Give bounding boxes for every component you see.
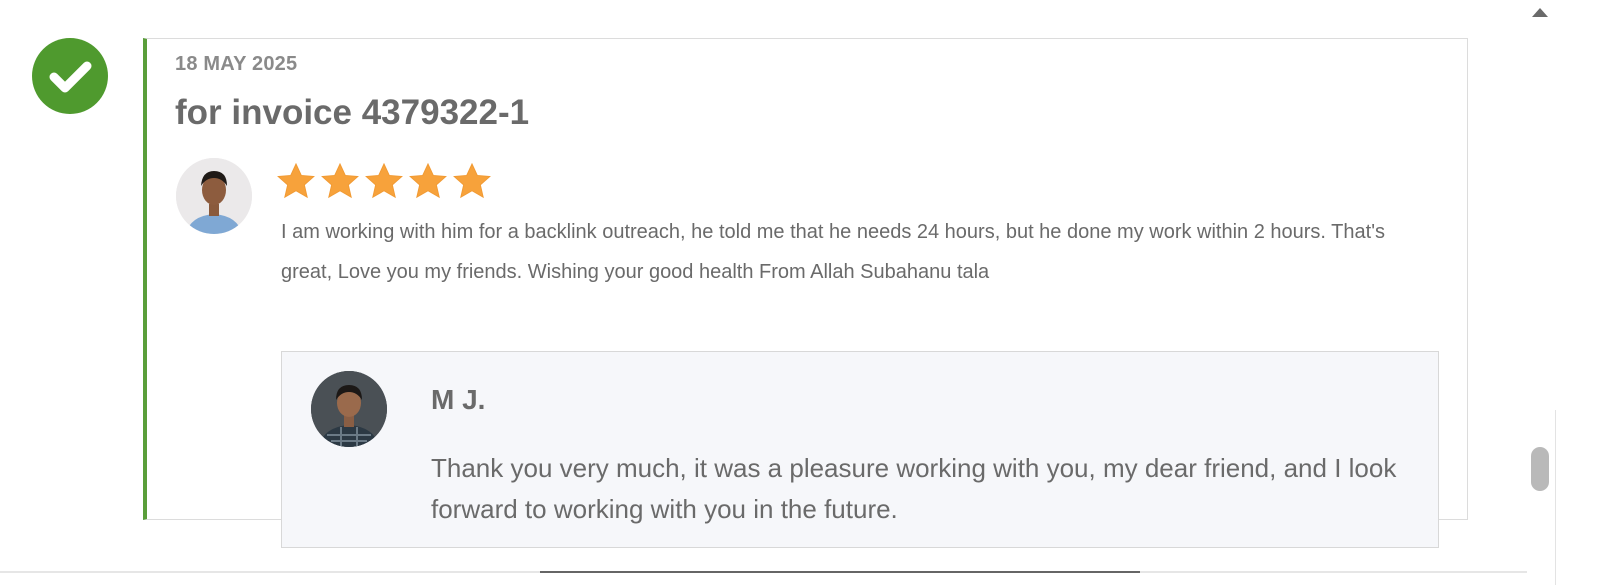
seller-name: M J. [431, 384, 486, 415]
star-icon [277, 163, 315, 199]
client-avatar [176, 158, 252, 234]
seller-reply-text: Thank you very much, it was a pleasure w… [431, 453, 1397, 524]
divider [1555, 410, 1556, 585]
divider [540, 571, 1140, 573]
star-icon [365, 163, 403, 199]
review-date: 18 MAY 2025 [175, 53, 298, 75]
verified-check-icon [32, 38, 108, 114]
review-title: for invoice 4379322-1 [175, 93, 530, 132]
rating-stars [277, 163, 491, 199]
seller-avatar [311, 371, 387, 447]
arrow-up-icon[interactable] [1530, 4, 1550, 20]
star-icon [409, 163, 447, 199]
scrollbar-thumb[interactable] [1531, 447, 1549, 491]
scrollbar[interactable] [1527, 0, 1600, 585]
star-icon [453, 163, 491, 199]
star-icon [321, 163, 359, 199]
review-text: I am working with him for a backlink out… [281, 221, 1386, 283]
